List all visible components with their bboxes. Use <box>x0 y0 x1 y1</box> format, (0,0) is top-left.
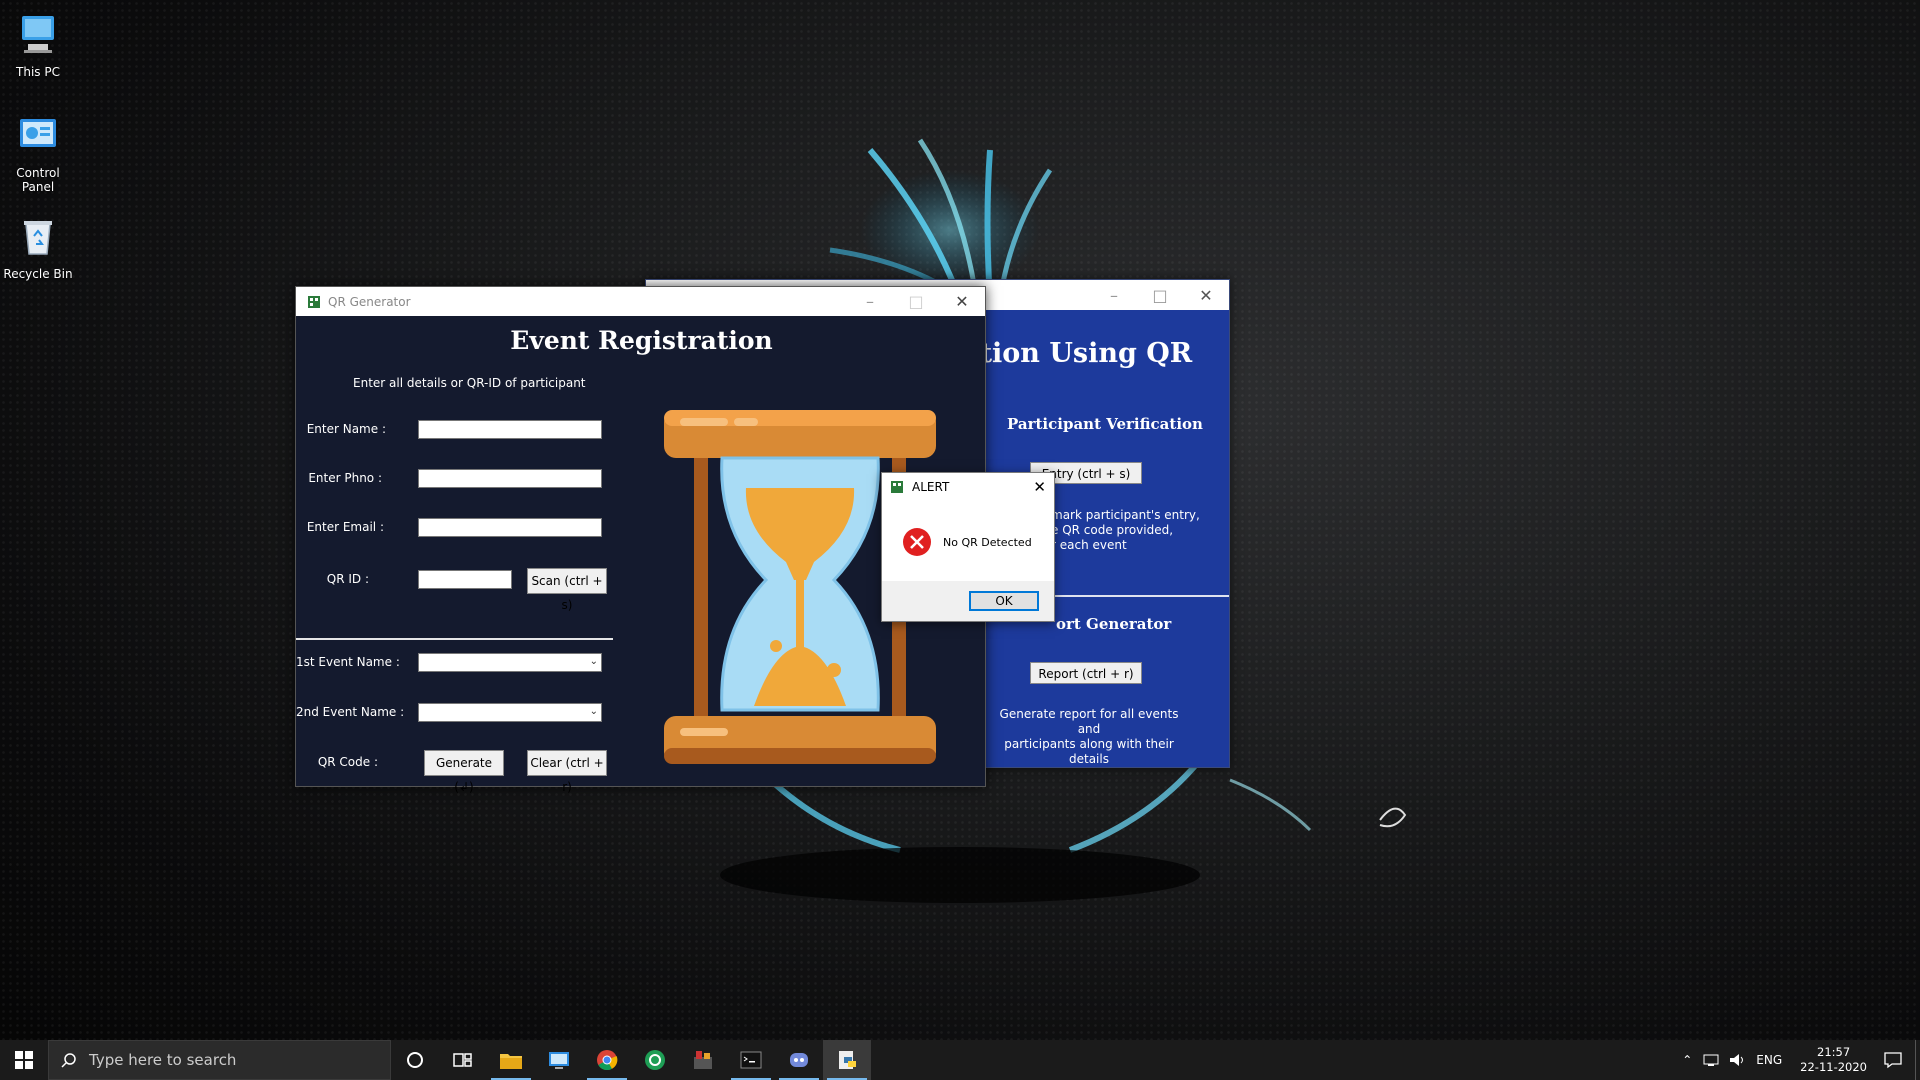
chevron-down-icon: ⌄ <box>589 656 598 667</box>
clock-time: 21:57 <box>1817 1045 1851 1059</box>
report-button[interactable]: Report (ctrl + r) <box>1030 662 1142 684</box>
taskbar-python[interactable] <box>823 1040 871 1080</box>
desktop-icon-this-pc[interactable]: This PC <box>2 10 74 79</box>
qr-id-input[interactable] <box>418 570 512 589</box>
app-icon <box>308 295 320 308</box>
chrome-icon <box>597 1050 618 1071</box>
taskbar-chrome[interactable] <box>583 1040 631 1080</box>
taskbar-terminal[interactable] <box>727 1040 775 1080</box>
taskbar-app-tools[interactable] <box>679 1040 727 1080</box>
start-button[interactable] <box>0 1040 48 1080</box>
alert-message: No QR Detected <box>943 536 1032 549</box>
taskbar-clock[interactable]: 21:57 22-11-2020 <box>1800 1045 1867 1075</box>
terminal-icon <box>740 1051 762 1069</box>
participant-verification-heading: Participant Verification <box>1007 415 1203 433</box>
system-tray: ⌃ ENG 21:57 22-11-2020 <box>1682 1040 1920 1080</box>
page-title: Event Registration <box>510 326 773 355</box>
entry-description: mark participant's entry, e QR code prov… <box>1051 508 1200 552</box>
report-description: Generate report for all events and parti… <box>999 707 1179 766</box>
event2-select[interactable]: ⌄ <box>418 703 602 722</box>
volume-icon[interactable] <box>1728 1052 1746 1068</box>
folder-icon <box>500 1054 522 1069</box>
name-label: Enter Name : <box>306 422 386 436</box>
clear-button[interactable]: Clear (ctrl + r) <box>527 750 607 794</box>
search-icon <box>61 1053 76 1068</box>
desktop-icon-label: This PC <box>16 65 60 79</box>
show-desktop-button[interactable] <box>1915 1040 1920 1080</box>
report-generator-heading: ort Generator <box>1056 615 1172 633</box>
event2-label: 2nd Event Name : <box>296 705 405 719</box>
email-input[interactable] <box>418 518 602 537</box>
taskbar-control-panel[interactable] <box>535 1040 583 1080</box>
taskbar-app-green[interactable] <box>631 1040 679 1080</box>
alert-title: ALERT <box>912 480 950 494</box>
event1-select[interactable]: ⌄ <box>418 653 602 672</box>
recycle-bin-icon <box>24 221 52 255</box>
close-icon[interactable]: ✕ <box>1183 280 1229 310</box>
cortana-icon <box>407 1052 423 1068</box>
qr-titlebar: QR Generator – □ ✕ <box>296 287 985 316</box>
scan-button[interactable]: Scan (ctrl + s) <box>527 568 607 612</box>
python-icon <box>839 1051 856 1069</box>
form-instructions: Enter all details or QR-ID of participan… <box>353 376 586 390</box>
phone-input[interactable] <box>418 469 602 488</box>
cortana-button[interactable] <box>391 1040 439 1080</box>
alert-dialog: ALERT ✕ No QR Detected OK <box>881 472 1055 622</box>
alert-footer: OK <box>882 581 1054 621</box>
email-label: Enter Email : <box>306 520 384 534</box>
task-view-icon <box>453 1053 472 1067</box>
form-divider <box>296 638 613 640</box>
close-icon[interactable]: ✕ <box>1033 478 1046 496</box>
computer-icon <box>22 16 54 53</box>
desktop-icon-recycle-bin[interactable]: Recycle Bin <box>2 212 74 281</box>
notification-icon[interactable] <box>1883 1051 1903 1069</box>
clock-date: 22-11-2020 <box>1800 1060 1867 1074</box>
app-icon <box>645 1050 665 1070</box>
generate-button[interactable]: Generate (↲) <box>424 750 504 794</box>
desktop-icon-label: Recycle Bin <box>3 267 73 281</box>
taskbar: Type here to search ⌃ ENG 21:57 22-11-20… <box>0 1040 1920 1080</box>
maximize-icon[interactable]: □ <box>893 287 939 316</box>
phone-label: Enter Phno : <box>308 471 382 485</box>
chevron-down-icon: ⌄ <box>589 706 598 717</box>
taskbar-discord[interactable] <box>775 1040 823 1080</box>
language-indicator[interactable]: ENG <box>1756 1053 1782 1067</box>
task-view-button[interactable] <box>439 1040 487 1080</box>
taskbar-search[interactable]: Type here to search <box>48 1040 391 1080</box>
error-icon <box>903 528 931 556</box>
maximize-icon[interactable]: □ <box>1137 280 1183 310</box>
discord-icon <box>790 1053 808 1067</box>
control-panel-icon <box>549 1052 569 1069</box>
desktop-icon-label: Control Panel <box>16 166 60 194</box>
event1-label: 1st Event Name : <box>296 655 400 669</box>
window-title: QR Generator <box>328 294 411 309</box>
search-placeholder: Type here to search <box>89 1051 237 1069</box>
minimize-icon[interactable]: – <box>847 287 893 316</box>
ok-button[interactable]: OK <box>969 591 1039 611</box>
taskbar-file-explorer[interactable] <box>487 1040 535 1080</box>
qr-code-label: QR Code : <box>317 755 378 769</box>
minimize-icon[interactable]: – <box>1091 280 1137 310</box>
app-icon <box>891 481 903 493</box>
windows-icon <box>15 1051 33 1069</box>
close-icon[interactable]: ✕ <box>939 287 985 316</box>
chevron-up-icon[interactable]: ⌃ <box>1682 1053 1692 1067</box>
desktop-icon-control-panel[interactable]: Control Panel <box>2 111 74 194</box>
alert-titlebar: ALERT ✕ <box>882 473 1054 501</box>
name-input[interactable] <box>418 420 602 439</box>
network-icon[interactable] <box>1702 1052 1720 1068</box>
qr-id-label: QR ID : <box>326 572 369 586</box>
control-panel-icon <box>20 119 56 147</box>
tools-icon <box>694 1051 712 1069</box>
